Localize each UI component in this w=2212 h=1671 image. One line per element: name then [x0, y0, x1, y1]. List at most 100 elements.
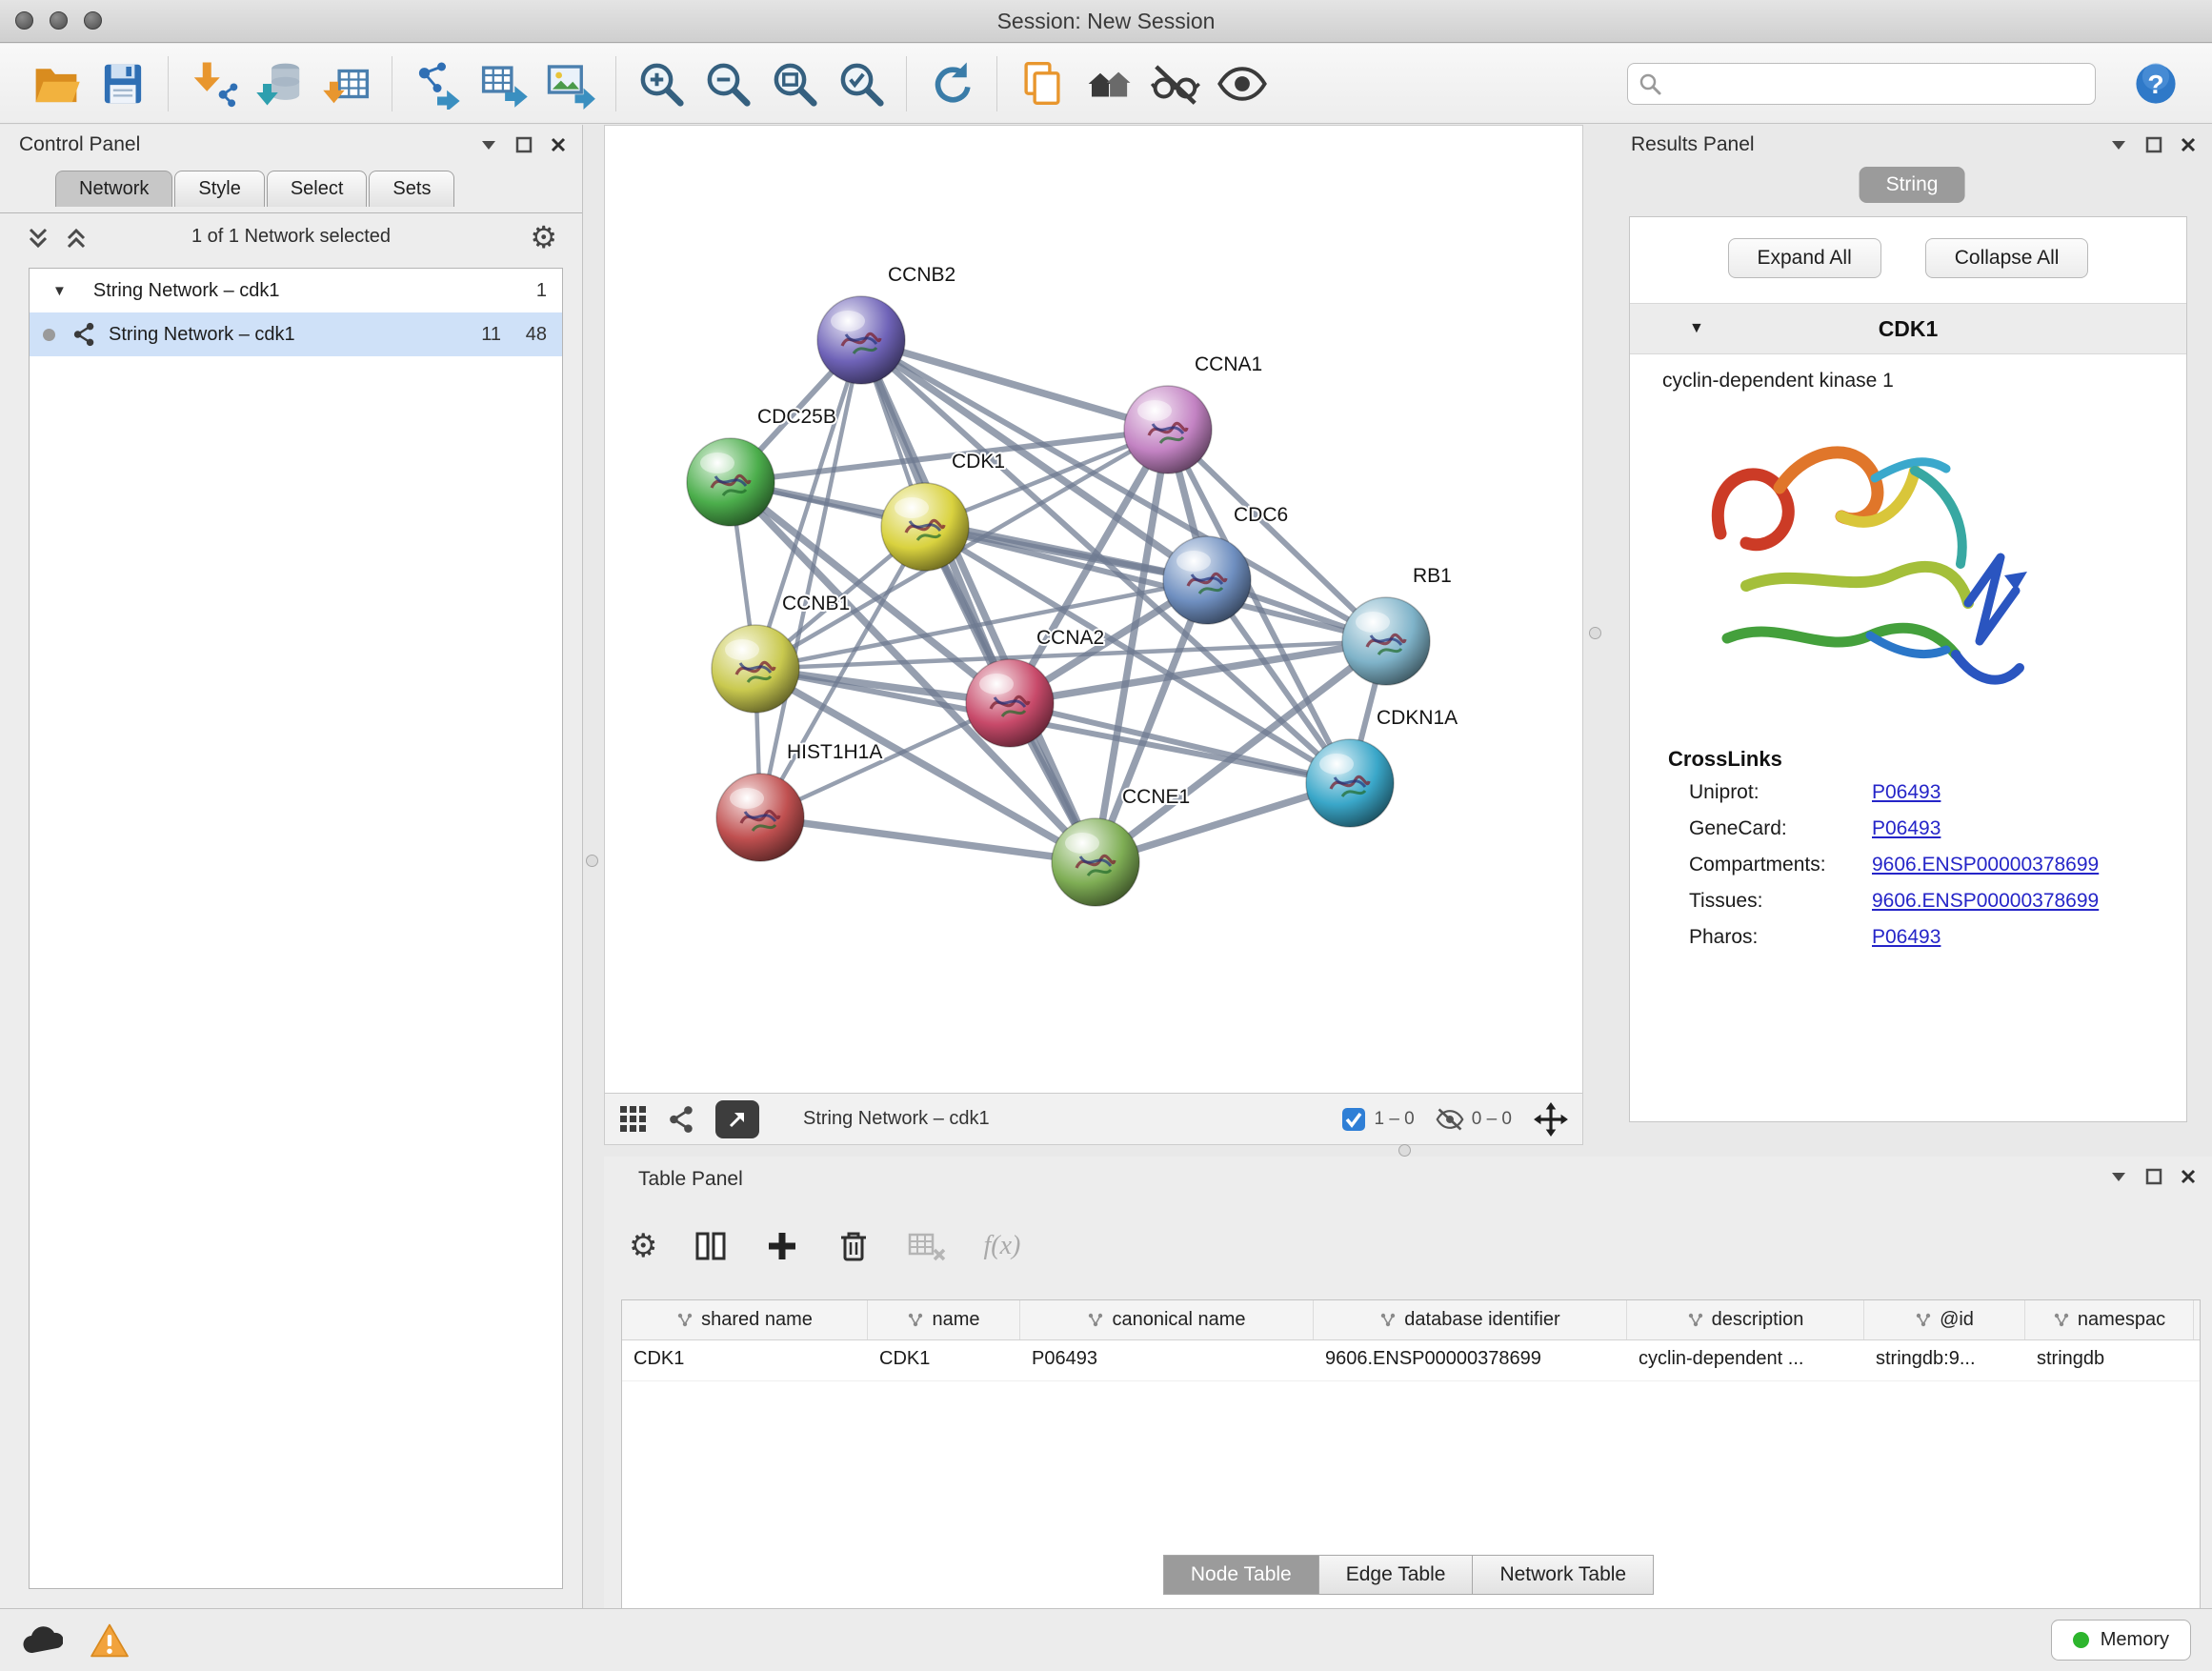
memory-button[interactable]: Memory	[2051, 1620, 2191, 1661]
vertical-splitter-handle[interactable]	[586, 855, 598, 867]
database-icon	[254, 58, 306, 110]
string-results-box: Expand All Collapse All ▼ CDK1 cyclin-de…	[1629, 216, 2187, 1122]
column-header-namespac[interactable]: namespac	[2025, 1300, 2194, 1339]
delete-column-trash-icon[interactable]	[835, 1227, 873, 1265]
export-table-button[interactable]	[471, 50, 537, 117]
crosslink-link[interactable]: P06493	[1872, 926, 1941, 949]
crosslink-row: Pharos:P06493	[1689, 926, 2186, 949]
table-panel: Table Panel ⚙ f(x) shared namenamecanoni…	[604, 1157, 2212, 1608]
save-session-button[interactable]	[90, 50, 156, 117]
import-network-database-button[interactable]	[247, 50, 313, 117]
column-header-@id[interactable]: @id	[1864, 1300, 2025, 1339]
birdseye-share-icon[interactable]	[668, 1105, 696, 1134]
crosslink-row: Compartments:9606.ENSP00000378699	[1689, 854, 2186, 876]
panel-close-icon[interactable]	[2180, 1168, 2197, 1185]
show-columns-icon[interactable]	[692, 1227, 730, 1265]
tab-style[interactable]: Style	[174, 171, 264, 207]
crosslink-link[interactable]: 9606.ENSP00000378699	[1872, 854, 2099, 876]
show-details-button[interactable]	[1209, 50, 1276, 117]
home-button[interactable]	[1076, 50, 1142, 117]
collapse-all-button[interactable]: Collapse All	[1925, 238, 2089, 278]
horizontal-splitter-handle[interactable]	[1398, 1144, 1411, 1157]
table-cell[interactable]: P06493	[1020, 1340, 1314, 1380]
export-view-button[interactable]	[715, 1100, 759, 1138]
column-header-name[interactable]: name	[868, 1300, 1020, 1339]
import-table-button[interactable]	[313, 50, 380, 117]
table-settings-gear-icon[interactable]: ⚙	[629, 1227, 657, 1265]
table-type-tabs: Node TableEdge TableNetwork Table	[604, 1555, 2212, 1595]
gene-section-header[interactable]: ▼ CDK1	[1630, 303, 2186, 354]
tab-node-table[interactable]: Node Table	[1163, 1555, 1319, 1595]
tab-network[interactable]: Network	[55, 171, 172, 207]
eye-slash-icon[interactable]	[1436, 1107, 1464, 1132]
vertical-splitter-handle[interactable]	[1589, 627, 1601, 639]
tab-edge-table[interactable]: Edge Table	[1318, 1555, 1474, 1595]
export-network-button[interactable]	[404, 50, 471, 117]
delete-table-icon-disabled	[907, 1227, 949, 1265]
tab-select[interactable]: Select	[267, 171, 368, 207]
tree-expand-icon[interactable]: ▼	[52, 283, 67, 299]
crosslink-link[interactable]: P06493	[1872, 781, 1941, 804]
column-header-canonical-name[interactable]: canonical name	[1020, 1300, 1314, 1339]
add-column-icon[interactable]	[764, 1228, 800, 1264]
column-header-shared-name[interactable]: shared name	[622, 1300, 868, 1339]
panel-float-icon[interactable]	[515, 136, 533, 153]
crosslink-link[interactable]: P06493	[1872, 817, 1941, 840]
table-cell[interactable]: stringdb:9...	[1864, 1340, 2025, 1380]
table-cell[interactable]: 9606.ENSP00000378699	[1314, 1340, 1627, 1380]
table-body: CDK1CDK1P064939606.ENSP00000378699cyclin…	[622, 1340, 2200, 1381]
zoom-fit-button[interactable]	[761, 50, 828, 117]
column-header-database-identifier[interactable]: database identifier	[1314, 1300, 1627, 1339]
panel-close-icon[interactable]	[2180, 136, 2197, 153]
zoom-selected-button[interactable]	[828, 50, 895, 117]
cloud-icon[interactable]	[21, 1624, 63, 1657]
application-window: Session: New Session ? Control Panel	[0, 0, 2212, 1671]
crosslink-row: Uniprot:P06493	[1689, 781, 2186, 804]
panel-collapse-icon[interactable]	[2109, 138, 2128, 151]
column-header-description[interactable]: description	[1627, 1300, 1864, 1339]
gear-icon[interactable]: ⚙	[530, 216, 557, 258]
help-button[interactable]: ?	[2122, 50, 2189, 117]
pan-crosshair-icon[interactable]	[1533, 1101, 1569, 1137]
network-row-selected[interactable]: String Network – cdk1 11 48	[30, 312, 562, 356]
checkbox-icon[interactable]	[1341, 1107, 1366, 1132]
crosslink-link[interactable]: 9606.ENSP00000378699	[1872, 890, 2099, 913]
grid-view-icon[interactable]	[618, 1104, 649, 1135]
import-network-button[interactable]	[180, 50, 247, 117]
export-image-button[interactable]	[537, 50, 604, 117]
memory-button-label: Memory	[2101, 1629, 2169, 1651]
export-network-icon	[412, 58, 463, 110]
panel-close-icon[interactable]	[550, 136, 567, 153]
tab-sets[interactable]: Sets	[369, 171, 454, 207]
table-cell[interactable]: CDK1	[622, 1340, 868, 1380]
zoom-in-button[interactable]	[628, 50, 694, 117]
glasses-slash-icon	[1150, 58, 1201, 110]
table-cell[interactable]: CDK1	[868, 1340, 1020, 1380]
open-session-button[interactable]	[23, 50, 90, 117]
crosslink-label: Tissues:	[1689, 890, 1872, 913]
results-panel-title: Results Panel	[1631, 133, 1755, 156]
tab-string[interactable]: String	[1860, 167, 1965, 203]
section-expand-icon[interactable]: ▼	[1689, 320, 1704, 337]
zoom-out-icon	[702, 58, 754, 110]
network-collection-row[interactable]: ▼ String Network – cdk1 1	[30, 269, 562, 312]
refresh-button[interactable]	[918, 50, 985, 117]
panel-collapse-icon[interactable]	[2109, 1170, 2128, 1183]
panel-float-icon[interactable]	[2145, 1168, 2162, 1185]
panel-float-icon[interactable]	[2145, 136, 2162, 153]
expand-all-button[interactable]: Expand All	[1728, 238, 1881, 278]
table-cell[interactable]: stringdb	[2025, 1340, 2194, 1380]
tab-network-table[interactable]: Network Table	[1472, 1555, 1654, 1595]
hide-details-button[interactable]	[1142, 50, 1209, 117]
warning-icon[interactable]	[90, 1622, 130, 1659]
panel-collapse-icon[interactable]	[479, 138, 498, 151]
column-header-label: name	[932, 1309, 979, 1331]
network-edge[interactable]	[760, 817, 1096, 862]
table-row[interactable]: CDK1CDK1P064939606.ENSP00000378699cyclin…	[622, 1340, 2200, 1381]
table-cell[interactable]: cyclin-dependent ...	[1627, 1340, 1864, 1380]
network-view-canvas[interactable]: CCNB2CCNA1CDC25BCDK1CDC6RB1CCNB1CCNA2CDK…	[604, 125, 1583, 1094]
search-input[interactable]	[1627, 63, 2096, 105]
zoom-out-button[interactable]	[694, 50, 761, 117]
duplicate-network-button[interactable]	[1009, 50, 1076, 117]
control-panel-tabs: NetworkStyleSelectSets	[55, 171, 456, 207]
